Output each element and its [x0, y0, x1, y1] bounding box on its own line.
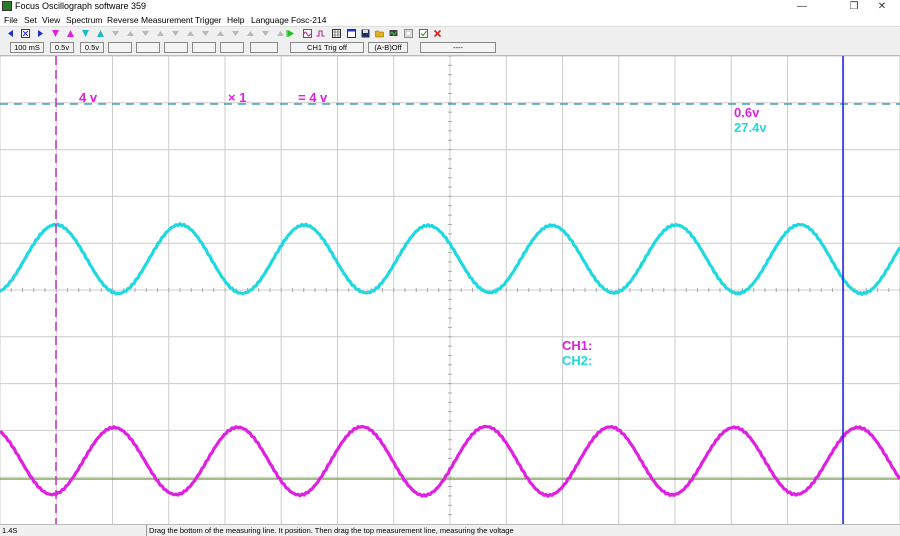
menu-spectrum[interactable]: Spectrum: [66, 15, 102, 25]
info-field[interactable]: ----: [420, 42, 496, 53]
empty-field[interactable]: [164, 42, 188, 53]
menu-trigger[interactable]: Trigger: [195, 15, 222, 25]
app-icon: [2, 1, 12, 11]
window-title: Focus Oscillograph software 359: [15, 1, 147, 11]
toolbar: [0, 26, 900, 41]
close-window-button[interactable]: ✕: [868, 0, 896, 13]
menu-language[interactable]: Language: [251, 15, 289, 25]
minimize-button[interactable]: —: [788, 0, 816, 13]
gray-triangle-icon[interactable]: [231, 29, 240, 38]
checkbox-icon[interactable]: [419, 29, 428, 38]
gray-triangle-icon[interactable]: [216, 29, 225, 38]
ch1-label: CH1:: [562, 338, 592, 353]
menu-view[interactable]: View: [42, 15, 60, 25]
empty-field[interactable]: [108, 42, 132, 53]
menu-bar: File Set View Spectrum Reverse Measureme…: [0, 13, 900, 26]
empty-field[interactable]: [220, 42, 244, 53]
save-icon[interactable]: [361, 29, 370, 38]
menu-measurement[interactable]: Measurement: [141, 15, 193, 25]
arrow-right-icon[interactable]: [36, 29, 45, 38]
scope-icon[interactable]: [389, 29, 398, 38]
title-bar: Focus Oscillograph software 359 — ❐ ✕: [0, 0, 900, 13]
menu-file[interactable]: File: [4, 15, 18, 25]
empty-field[interactable]: [136, 42, 160, 53]
grid-icon[interactable]: [332, 29, 341, 38]
waveform-icon[interactable]: [303, 29, 312, 38]
trigger-field[interactable]: CH1 Trig off: [290, 42, 364, 53]
window-icon[interactable]: [347, 29, 356, 38]
result-readout: = 4 v: [298, 90, 328, 105]
math-field[interactable]: (A-B)Off: [368, 42, 408, 53]
gray-triangle-icon[interactable]: [141, 29, 150, 38]
multiplier-readout: × 1: [228, 90, 246, 105]
ch2-cursor-readout: 0.6v: [734, 105, 760, 120]
ch2-label: CH2:: [562, 353, 592, 368]
gray-triangle-icon[interactable]: [111, 29, 120, 38]
scope-display[interactable]: 4 v × 1 = 4 v 0.6v 27.4v CH1: CH2:: [0, 56, 900, 524]
empty-field[interactable]: [250, 42, 278, 53]
copy-icon[interactable]: [404, 29, 413, 38]
menu-help[interactable]: Help: [227, 15, 244, 25]
gray-triangle-icon[interactable]: [126, 29, 135, 38]
menu-fosc-214[interactable]: Fosc-214: [291, 15, 326, 25]
play-icon[interactable]: [286, 29, 295, 38]
ch2-measure-readout: 27.4v: [734, 120, 767, 135]
triangle-up-icon[interactable]: [66, 29, 75, 38]
gray-triangle-icon[interactable]: [201, 29, 210, 38]
time-readout: 1.4S: [2, 526, 18, 535]
menu-set[interactable]: Set: [24, 15, 37, 25]
gray-triangle-icon[interactable]: [186, 29, 195, 38]
triangle-up-cyan-icon[interactable]: [96, 29, 105, 38]
restore-button[interactable]: ❐: [840, 0, 868, 13]
open-folder-icon[interactable]: [375, 29, 384, 38]
status-divider: [146, 525, 147, 536]
ch1-volts-field[interactable]: 0.5v: [50, 42, 74, 53]
menu-reverse[interactable]: Reverse: [107, 15, 139, 25]
ch1-volts-readout: 4 v: [79, 90, 98, 105]
pulse-icon[interactable]: [316, 29, 325, 38]
settings-row: 100 mS 0.5v 0.5v CH1 Trig off (A-B)Off -…: [0, 41, 900, 56]
gray-triangle-icon[interactable]: [276, 29, 285, 38]
gray-triangle-icon[interactable]: [261, 29, 270, 38]
ch2-volts-field[interactable]: 0.5v: [80, 42, 104, 53]
empty-field[interactable]: [192, 42, 216, 53]
triangle-down-icon[interactable]: [51, 29, 60, 38]
status-bar: 1.4S Drag the bottom of the measuring li…: [0, 524, 900, 536]
gray-triangle-icon[interactable]: [171, 29, 180, 38]
timebase-field[interactable]: 100 mS: [10, 42, 44, 53]
cross-box-icon[interactable]: [21, 29, 30, 38]
triangle-down-cyan-icon[interactable]: [81, 29, 90, 38]
arrow-left-icon[interactable]: [6, 29, 15, 38]
close-icon[interactable]: [433, 29, 442, 38]
gray-triangle-icon[interactable]: [246, 29, 255, 38]
status-message: Drag the bottom of the measuring line. I…: [149, 526, 514, 535]
gray-triangle-icon[interactable]: [156, 29, 165, 38]
